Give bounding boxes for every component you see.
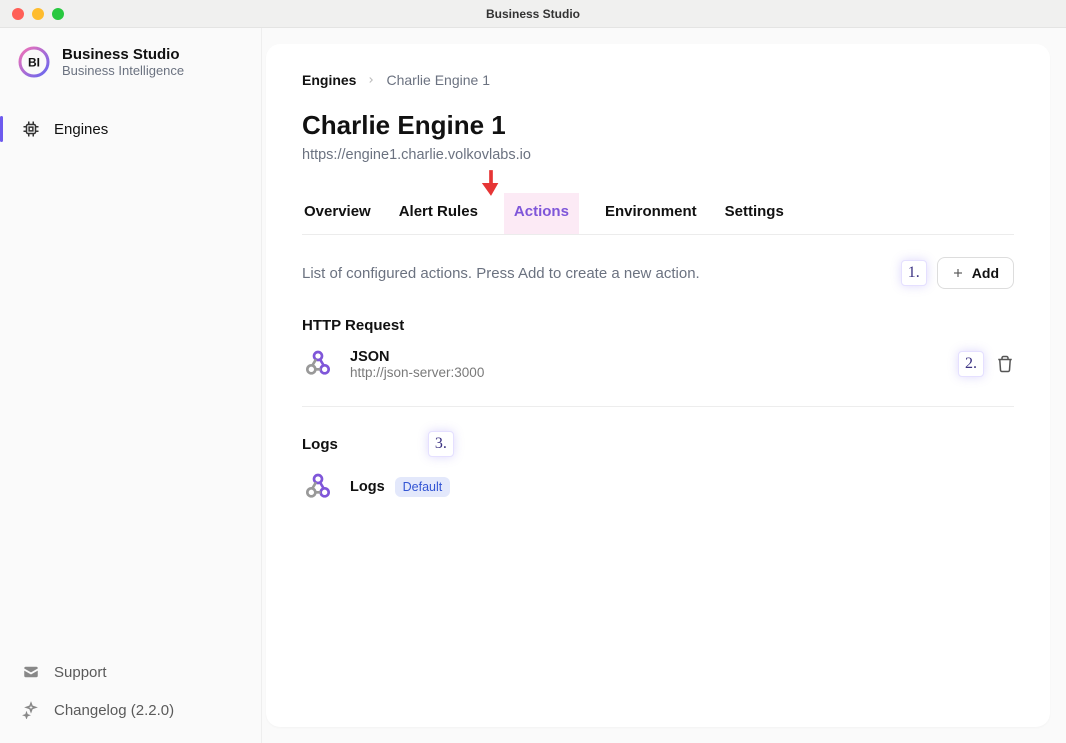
tab-overview[interactable]: Overview xyxy=(302,193,373,234)
brand: BI Business Studio Business Intelligence xyxy=(0,28,261,90)
annotation-step-2: 2. xyxy=(958,351,984,377)
webhook-icon xyxy=(302,348,334,380)
window-title: Business Studio xyxy=(486,7,580,21)
sparkles-icon xyxy=(22,701,40,719)
brand-subtitle: Business Intelligence xyxy=(62,63,184,78)
add-button-label: Add xyxy=(972,265,999,281)
breadcrumb-current: Charlie Engine 1 xyxy=(386,72,490,88)
page-title: Charlie Engine 1 xyxy=(302,110,1014,141)
sidebar-item-support[interactable]: Support xyxy=(0,653,261,691)
breadcrumb-root[interactable]: Engines xyxy=(302,72,356,88)
brand-logo-icon: BI xyxy=(18,46,50,78)
breadcrumb: Engines Charlie Engine 1 xyxy=(302,72,1014,88)
action-subtitle: http://json-server:3000 xyxy=(350,365,484,380)
action-row-json[interactable]: JSON http://json-server:3000 2. xyxy=(302,348,1014,380)
window-zoom-button[interactable] xyxy=(52,8,64,20)
chevron-right-icon xyxy=(366,72,376,88)
tab-actions[interactable]: Actions xyxy=(504,193,579,234)
actions-description: List of configured actions. Press Add to… xyxy=(302,265,700,282)
sidebar-item-engines[interactable]: Engines xyxy=(0,108,261,150)
group-title-http-request: HTTP Request xyxy=(302,317,1014,334)
tab-environment[interactable]: Environment xyxy=(603,193,699,234)
sidebar-item-label: Support xyxy=(54,664,107,681)
svg-text:BI: BI xyxy=(28,56,40,70)
annotation-step-3: 3. xyxy=(428,431,454,457)
action-name: Logs xyxy=(350,479,385,495)
sidebar-nav: Engines xyxy=(0,108,261,150)
webhook-icon xyxy=(302,471,334,503)
window-minimize-button[interactable] xyxy=(32,8,44,20)
default-badge: Default xyxy=(395,477,451,497)
chip-icon xyxy=(22,120,40,138)
sidebar-item-label: Engines xyxy=(54,121,108,138)
page-subtitle: https://engine1.charlie.volkovlabs.io xyxy=(302,147,1014,163)
window-controls xyxy=(12,8,64,20)
group-title-logs: Logs xyxy=(302,436,338,453)
tabs: Overview Alert Rules Actions Environment… xyxy=(302,193,1014,235)
sidebar-bottom: Support Changelog (2.2.0) xyxy=(0,653,261,743)
titlebar: Business Studio xyxy=(0,0,1066,28)
content-panel: Engines Charlie Engine 1 Charlie Engine … xyxy=(266,44,1050,727)
plus-icon xyxy=(952,267,964,279)
delete-action-button[interactable] xyxy=(996,355,1014,373)
sidebar-item-changelog[interactable]: Changelog (2.2.0) xyxy=(0,691,261,729)
action-row-logs[interactable]: Logs Default xyxy=(302,471,1014,503)
window-close-button[interactable] xyxy=(12,8,24,20)
action-name: JSON xyxy=(350,349,484,365)
sidebar-item-label: Changelog (2.2.0) xyxy=(54,702,174,719)
annotation-step-1: 1. xyxy=(901,260,927,286)
tab-settings[interactable]: Settings xyxy=(723,193,786,234)
add-action-button[interactable]: Add xyxy=(937,257,1014,289)
brand-title: Business Studio xyxy=(62,46,184,63)
sidebar: BI Business Studio Business Intelligence xyxy=(0,28,262,743)
divider xyxy=(302,406,1014,407)
annotation-arrow-icon xyxy=(480,170,502,196)
tab-alert-rules[interactable]: Alert Rules xyxy=(397,193,480,234)
envelope-icon xyxy=(22,663,40,681)
